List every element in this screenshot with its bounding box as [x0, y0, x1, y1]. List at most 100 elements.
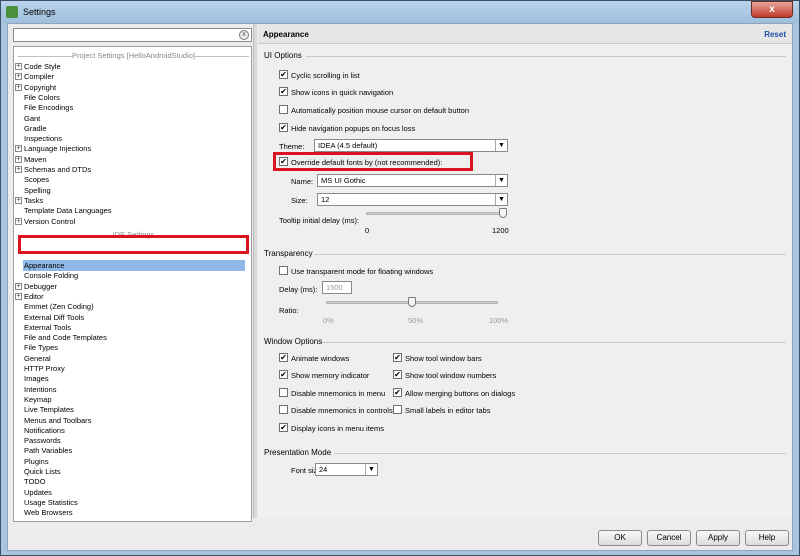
display-icons-checkbox[interactable]: ✔ — [279, 423, 288, 432]
hide-navigation-checkbox[interactable]: ✔ — [279, 123, 288, 132]
tree-item-images[interactable]: Images — [24, 374, 49, 384]
disable-mnemonics-menu-checkbox[interactable] — [279, 388, 288, 397]
tree-item-spelling[interactable]: Spelling — [24, 186, 51, 196]
disable-mnemonics-menu-label: Disable mnemonics in menu — [291, 389, 386, 398]
ratio-slider-thumb[interactable] — [408, 297, 416, 307]
tree-item-code-style[interactable]: Code Style — [24, 62, 61, 72]
display-icons-label: Display icons in menu items — [291, 424, 384, 433]
auto-mouse-checkbox[interactable] — [279, 105, 288, 114]
reset-link[interactable]: Reset — [764, 30, 786, 39]
tree-item-http-proxy[interactable]: HTTP Proxy — [24, 364, 65, 374]
override-fonts-highlight-box — [273, 152, 473, 171]
tree-item-template-data-languages[interactable]: Template Data Languages — [24, 206, 112, 216]
tree-item-appearance[interactable]: Appearance — [24, 261, 64, 271]
tree-item-emmet-zen-coding[interactable]: Emmet (Zen Coding) — [24, 302, 94, 312]
tree-item-live-templates[interactable]: Live Templates — [24, 405, 74, 415]
tree-item-file-colors[interactable]: File Colors — [24, 93, 60, 103]
tree-item-external-tools[interactable]: External Tools — [24, 323, 71, 333]
tree-item-version-control[interactable]: Version Control — [24, 217, 75, 227]
tree-item-external-diff-tools[interactable]: External Diff Tools — [24, 313, 84, 323]
tree-item-gradle[interactable]: Gradle — [24, 124, 47, 134]
disable-mnemonics-controls-label: Disable mnemonics in controls — [291, 406, 393, 415]
tree-item-intentions[interactable]: Intentions — [24, 385, 57, 395]
presentation-font-dropdown[interactable]: 24 ▼ — [315, 463, 378, 476]
disable-mnemonics-controls-checkbox[interactable] — [279, 405, 288, 414]
expand-icon[interactable]: + — [15, 166, 22, 173]
panel-title: Appearance — [263, 30, 309, 39]
expand-icon[interactable]: + — [15, 63, 22, 70]
splitter[interactable] — [253, 24, 257, 518]
tree-item-compiler[interactable]: Compiler — [24, 72, 54, 82]
tooltip-delay-slider-thumb[interactable] — [499, 208, 507, 218]
font-name-dropdown[interactable]: MS UI Gothic ▼ — [317, 174, 508, 187]
clear-search-icon[interactable]: x — [239, 30, 249, 40]
memory-indicator-checkbox[interactable]: ✔ — [279, 370, 288, 379]
cyclic-scrolling-checkbox[interactable]: ✔ — [279, 70, 288, 79]
expand-icon[interactable]: + — [15, 196, 22, 204]
appearance-panel: Appearance Reset UI Options ✔ Cyclic scr… — [258, 24, 792, 518]
ratio-tick-0: 0% — [323, 316, 334, 325]
tree-item-plugins[interactable]: Plugins — [24, 457, 49, 467]
tooltip-delay-slider-track[interactable] — [366, 212, 504, 215]
presentation-font-value: 24 — [319, 465, 328, 474]
tree-item-keymap[interactable]: Keymap — [24, 395, 52, 405]
merging-buttons-checkbox[interactable]: ✔ — [393, 388, 402, 397]
expand-icon[interactable]: + — [15, 217, 22, 225]
tree-item-schemas-and-dtds[interactable]: Schemas and DTDs — [24, 165, 91, 175]
animate-windows-checkbox[interactable]: ✔ — [279, 353, 288, 362]
tree-item-inspections[interactable]: Inspections — [24, 134, 62, 144]
tree-item-debugger[interactable]: Debugger — [24, 282, 57, 292]
expand-icon[interactable]: + — [15, 145, 22, 153]
apply-button[interactable]: Apply — [696, 530, 740, 546]
transparent-mode-checkbox[interactable] — [279, 266, 288, 275]
tree-item-web-browsers[interactable]: Web Browsers — [24, 508, 73, 518]
settings-tree[interactable]: Project Settings [HelloAndroidStudio] Co… — [13, 46, 252, 522]
tooltip-delay-label: Tooltip initial delay (ms): — [279, 216, 360, 225]
panel-header: Appearance Reset — [258, 24, 792, 44]
tree-item-updates[interactable]: Updates — [24, 488, 52, 498]
tree-item-tasks[interactable]: Tasks — [24, 196, 43, 206]
show-icons-checkbox[interactable]: ✔ — [279, 87, 288, 96]
tree-item-copyright[interactable]: Copyright — [24, 83, 56, 93]
expand-icon[interactable]: + — [15, 83, 22, 91]
tree-item-scopes[interactable]: Scopes — [24, 175, 49, 185]
tool-window-bars-checkbox[interactable]: ✔ — [393, 353, 402, 362]
tree-item-file-and-code-templates[interactable]: File and Code Templates — [24, 333, 107, 343]
theme-dropdown[interactable]: IDEA (4.5 default) ▼ — [314, 139, 508, 152]
tool-window-numbers-checkbox[interactable]: ✔ — [393, 370, 402, 379]
close-button[interactable]: x — [751, 1, 793, 18]
tree-item-file-types[interactable]: File Types — [24, 343, 58, 353]
expand-icon[interactable]: + — [15, 292, 22, 300]
tooltip-min-label: 0 — [365, 226, 370, 235]
tree-item-notifications[interactable]: Notifications — [24, 426, 65, 436]
tree-item-console-folding[interactable]: Console Folding — [24, 271, 78, 281]
tree-item-todo[interactable]: TODO — [24, 477, 46, 487]
title-bar[interactable]: Settings x — [1, 1, 799, 23]
tree-item-passwords[interactable]: Passwords — [24, 436, 61, 446]
expand-icon[interactable]: + — [15, 73, 22, 81]
tree-item-language-injections[interactable]: Language Injections — [24, 144, 91, 154]
tree-item-maven[interactable]: Maven — [24, 155, 47, 165]
tree-item-gant[interactable]: Gant — [24, 114, 40, 124]
font-size-label: Size: — [291, 196, 308, 205]
tree-item-menus-and-toolbars[interactable]: Menus and Toolbars — [24, 416, 91, 426]
presentation-mode-divider — [334, 453, 786, 454]
expand-icon[interactable]: + — [15, 282, 22, 290]
search-input[interactable]: x — [13, 28, 252, 42]
show-icons-label: Show icons in quick navigation — [291, 88, 394, 97]
delay-input[interactable]: 1500 — [322, 281, 352, 294]
tree-item-path-variables[interactable]: Path Variables — [24, 446, 72, 456]
settings-navigation: x Project Settings [HelloAndroidStudio] … — [13, 28, 252, 522]
ok-button[interactable]: OK — [598, 530, 642, 546]
tree-item-editor[interactable]: Editor — [24, 292, 44, 302]
tree-item-general[interactable]: General — [24, 354, 51, 364]
expand-icon[interactable]: + — [15, 155, 22, 163]
small-labels-checkbox[interactable] — [393, 405, 402, 414]
cancel-button[interactable]: Cancel — [647, 530, 691, 546]
ratio-tick-100: 100% — [489, 316, 509, 325]
tree-item-file-encodings[interactable]: File Encodings — [24, 103, 73, 113]
tree-item-quick-lists[interactable]: Quick Lists — [24, 467, 61, 477]
font-size-dropdown[interactable]: 12 ▼ — [317, 193, 508, 206]
help-button[interactable]: Help — [745, 530, 789, 546]
tree-item-usage-statistics[interactable]: Usage Statistics — [24, 498, 78, 508]
